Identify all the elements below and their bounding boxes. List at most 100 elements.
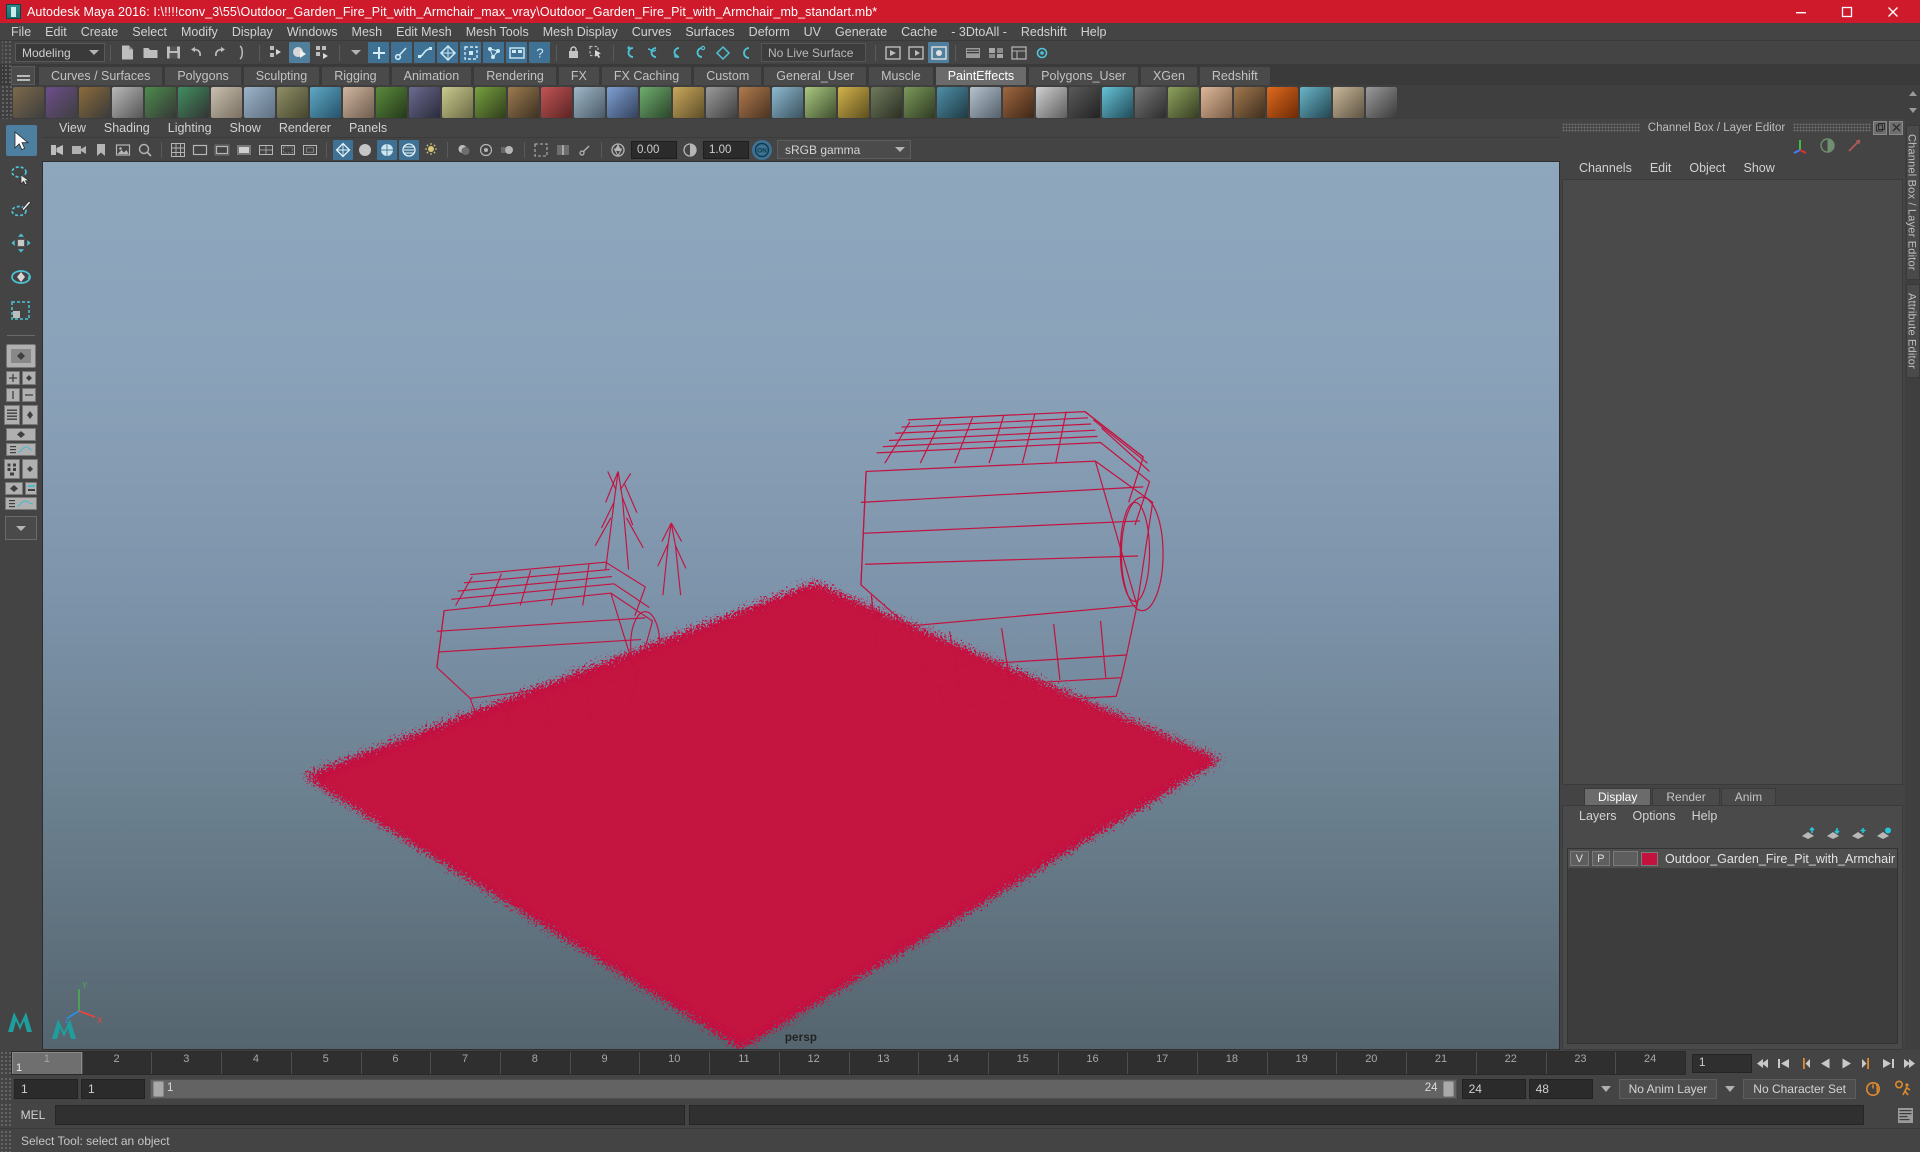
mask-misc-icon[interactable]: ?: [529, 42, 550, 63]
command-output-field[interactable]: [689, 1105, 1864, 1125]
minimize-icon[interactable]: [1778, 0, 1824, 23]
mask-curves-icon[interactable]: [414, 42, 435, 63]
render-setup-icon[interactable]: [1008, 42, 1029, 63]
undock-panel-icon[interactable]: [1873, 120, 1888, 135]
menu-display[interactable]: Display: [225, 23, 280, 41]
rotate-tool-icon[interactable]: [6, 261, 37, 292]
create-layer-from-selected-icon[interactable]: [1876, 827, 1892, 844]
redo-icon[interactable]: [209, 42, 230, 63]
range-slider-track[interactable]: 1 24: [150, 1079, 1457, 1099]
mask-dynamics-icon[interactable]: [483, 42, 504, 63]
shelf-tab-polygons[interactable]: Polygons: [164, 66, 242, 85]
create-empty-layer-icon[interactable]: [1851, 827, 1867, 844]
shelf-icon-grip[interactable]: [2, 85, 12, 119]
two-pane-stacked-layout-icon[interactable]: [22, 388, 36, 402]
menu-generate[interactable]: Generate: [828, 23, 894, 41]
menu-mesh-display[interactable]: Mesh Display: [536, 23, 625, 41]
shelf-icon-skin[interactable]: [1201, 86, 1232, 118]
menu-edit-mesh[interactable]: Edit Mesh: [389, 23, 459, 41]
close-icon[interactable]: [1870, 0, 1916, 23]
film-gate-icon[interactable]: [190, 140, 210, 160]
make-live-icon[interactable]: [735, 42, 756, 63]
anim-layer-chevron-down-icon[interactable]: [1600, 1086, 1611, 1092]
shelf-icon-paint-effects-tool[interactable]: [46, 86, 77, 118]
viewport-menu-lighting[interactable]: Lighting: [159, 119, 221, 138]
shelf-icon-oil-paint[interactable]: [607, 86, 638, 118]
menu-select[interactable]: Select: [125, 23, 174, 41]
gamma-icon[interactable]: [680, 140, 700, 160]
hypershade-render-layout-icon[interactable]: [22, 459, 38, 479]
menu-modify[interactable]: Modify: [174, 23, 225, 41]
isolate-select-icon[interactable]: [531, 140, 551, 160]
shelf-icon-fur[interactable]: [1234, 86, 1265, 118]
move-layer-up-icon[interactable]: [1801, 826, 1817, 844]
time-slider-track[interactable]: 1 1 2 3 4 5 6 7 8 9 10 11 12 13 14 15 16 17 18 19 20 21 22 23 2…: [11, 1051, 1686, 1075]
select-by-hierarchy-icon[interactable]: [266, 42, 287, 63]
range-slider-grip[interactable]: [1, 1076, 11, 1102]
hypershade-icon[interactable]: [985, 42, 1006, 63]
anim-end-field[interactable]: 24: [1461, 1079, 1526, 1099]
menu-curves[interactable]: Curves: [625, 23, 679, 41]
snap-to-point-icon[interactable]: [666, 42, 687, 63]
undo-icon[interactable]: [186, 42, 207, 63]
command-line-grip[interactable]: [1, 1102, 11, 1128]
safe-action-icon[interactable]: [278, 140, 298, 160]
shelf-tab-sculpting[interactable]: Sculpting: [242, 66, 321, 85]
new-scene-icon[interactable]: [117, 42, 138, 63]
shelf-icon-ribbon[interactable]: [541, 86, 572, 118]
shadows-icon[interactable]: [454, 140, 474, 160]
layer-name-label[interactable]: Outdoor_Garden_Fire_Pit_with_Armchair: [1665, 852, 1895, 866]
perspective-viewport[interactable]: Y Z X persp: [42, 161, 1560, 1050]
shelf-icon-fire[interactable]: [310, 86, 341, 118]
persp-graph-layout-icon[interactable]: [6, 428, 36, 441]
layer-playback-toggle[interactable]: P: [1591, 851, 1611, 866]
color-management-selector[interactable]: sRGB gamma: [777, 140, 911, 159]
gate-mask-icon[interactable]: [234, 140, 254, 160]
shelf-icon-watercolor[interactable]: [970, 86, 1001, 118]
shelf-tab-fx-caching[interactable]: FX Caching: [600, 66, 693, 85]
select-by-object-type-icon[interactable]: [289, 42, 310, 63]
shelf-icon-dust[interactable]: [1135, 86, 1166, 118]
layer-menu-layers[interactable]: Layers: [1571, 809, 1625, 823]
menu-help[interactable]: Help: [1074, 23, 1114, 41]
current-frame-field[interactable]: 1: [1692, 1053, 1752, 1073]
smooth-shade-all-icon[interactable]: [355, 140, 375, 160]
toolbar-grip[interactable]: [2, 41, 11, 64]
shelf-icon-metal[interactable]: [574, 86, 605, 118]
ambient-occlusion-icon[interactable]: [476, 140, 496, 160]
paint-selection-tool-icon[interactable]: [6, 193, 37, 224]
shelf-icon-blast[interactable]: [1003, 86, 1034, 118]
shelf-icon-bubbles[interactable]: [1036, 86, 1067, 118]
channelbox-menu-object[interactable]: Object: [1680, 161, 1734, 175]
lock-selection-icon[interactable]: [563, 42, 584, 63]
ipr-render-icon[interactable]: [928, 42, 949, 63]
camera-attributes-icon[interactable]: [69, 140, 89, 160]
shelf-icon-hair[interactable]: [508, 86, 539, 118]
shelf-icon-swirl[interactable]: [838, 86, 869, 118]
snap-to-view-planes-icon[interactable]: [712, 42, 733, 63]
step-back-icon[interactable]: [1774, 1052, 1793, 1074]
shelf-icon-pens[interactable]: [640, 86, 671, 118]
layer-tab-anim[interactable]: Anim: [1720, 788, 1777, 805]
auto-keyframe-toggle-icon[interactable]: [1863, 1078, 1885, 1100]
graph-editor-layout-icon[interactable]: [6, 443, 36, 456]
two-pane-side-layout-icon[interactable]: [6, 388, 20, 402]
shelf-icon-template-brush[interactable]: [79, 86, 110, 118]
go-to-end-icon[interactable]: [1900, 1052, 1919, 1074]
mask-dropdown-icon[interactable]: [351, 50, 361, 55]
graph-persp-layout-icon[interactable]: [5, 497, 37, 510]
viewport-menu-show[interactable]: Show: [221, 119, 270, 138]
exposure-field[interactable]: 0.00: [631, 140, 677, 159]
four-view-layout-icon[interactable]: [6, 371, 20, 385]
mask-joints-icon[interactable]: [391, 42, 412, 63]
shelf-tab-animation[interactable]: Animation: [390, 66, 473, 85]
shelf-icon-splatter[interactable]: [805, 86, 836, 118]
shelf-tab-rendering[interactable]: Rendering: [473, 66, 557, 85]
persp-panel-icon[interactable]: [5, 482, 23, 495]
step-back-key-icon[interactable]: [1795, 1052, 1814, 1074]
use-default-lighting-icon[interactable]: [421, 140, 441, 160]
character-set-chevron-down-icon[interactable]: [1725, 1086, 1736, 1092]
persp-outliner-layout-icon[interactable]: [22, 371, 36, 385]
maximize-icon[interactable]: [1824, 0, 1870, 23]
shelf-icon-get-brush[interactable]: [112, 86, 143, 118]
